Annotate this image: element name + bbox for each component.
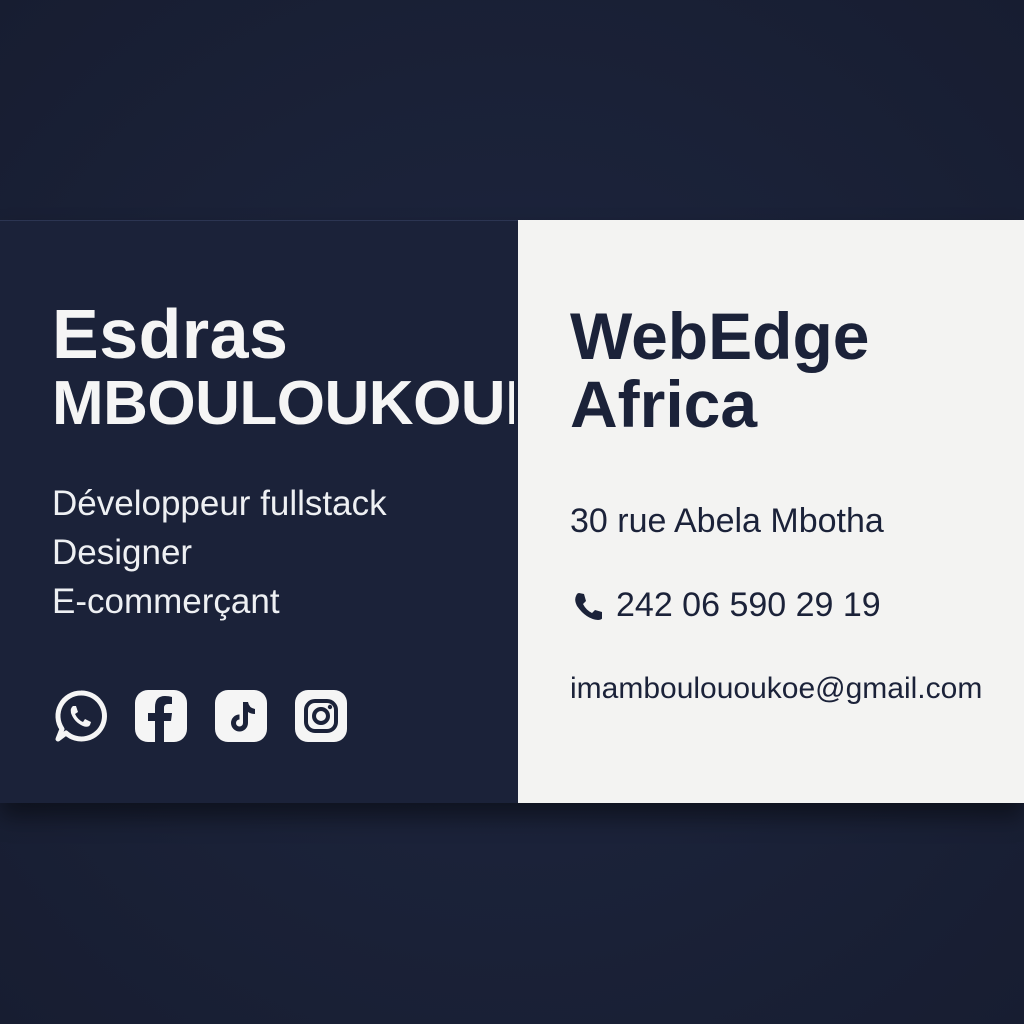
- tiktok-icon[interactable]: [212, 687, 270, 745]
- email-address[interactable]: imamboulououkoe@gmail.com: [570, 672, 982, 706]
- social-icons: [52, 687, 350, 745]
- role-item: E-commerçant: [52, 582, 280, 621]
- company-name-line2: Africa: [570, 367, 758, 441]
- facebook-icon[interactable]: [132, 687, 190, 745]
- whatsapp-icon[interactable]: [52, 687, 110, 745]
- role-item: Développeur fullstack: [52, 484, 387, 523]
- card-left-panel: Esdras MBOULOUKOUE Développeur fullstack…: [0, 220, 518, 803]
- company-name-line1: WebEdge: [570, 299, 870, 373]
- card-right-panel: WebEdge Africa 30 rue Abela Mbotha 242 0…: [518, 220, 1024, 803]
- business-card: Esdras MBOULOUKOUE Développeur fullstack…: [0, 220, 1024, 803]
- first-name: Esdras: [52, 295, 289, 373]
- phone-icon: [570, 589, 604, 623]
- phone-row[interactable]: 242 06 590 29 19: [570, 586, 881, 625]
- phone-number: 242 06 590 29 19: [616, 586, 881, 624]
- address: 30 rue Abela Mbotha: [570, 502, 884, 540]
- role-item: Designer: [52, 533, 193, 572]
- last-name: MBOULOUKOUE: [52, 373, 514, 435]
- roles-list: Développeur fullstack Designer E-commerç…: [52, 479, 387, 626]
- instagram-icon[interactable]: [292, 687, 350, 745]
- company-name: WebEdge Africa: [570, 302, 869, 438]
- background: Esdras MBOULOUKOUE Développeur fullstack…: [0, 0, 1024, 1024]
